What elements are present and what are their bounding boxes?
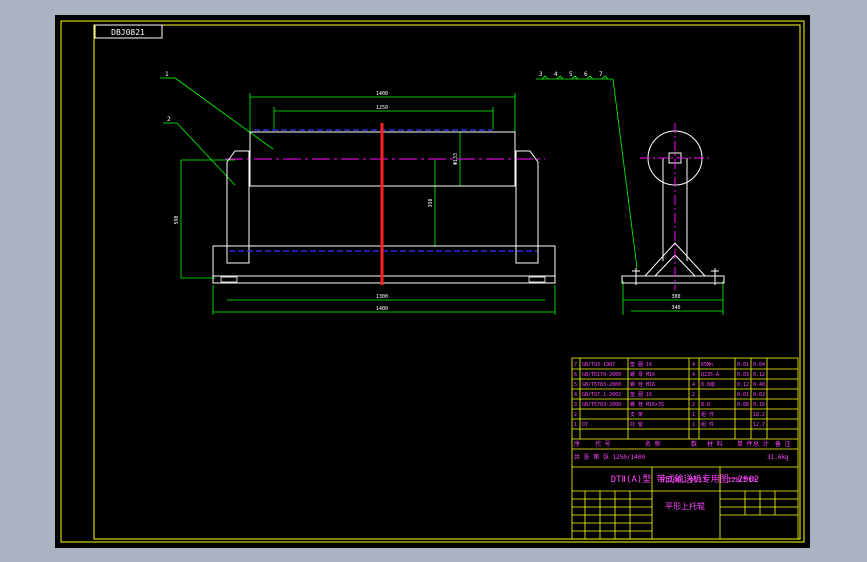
parts-cell: 螺 栓 M16: [630, 381, 655, 388]
front-view: 1400 1250 1300 1400 Φ133 398 590 1 2: [160, 71, 556, 315]
title-block: 7 GB/T93-1987 垫 圈 16 4 65Mn 0.01 0.04 6 GB/T6170…: [571, 357, 799, 540]
parts-cell: GB/T5783-2000: [582, 402, 621, 408]
total-weight: 31.6kg: [767, 454, 789, 461]
dim-bottom-inner: 1300: [376, 294, 388, 300]
header-qty: 数: [691, 440, 697, 448]
inner-frame: [93, 24, 801, 540]
header-name: 名 称: [645, 440, 661, 448]
parts-cell: 螺 母 M16: [630, 371, 655, 378]
parts-cell: 组 件: [701, 411, 714, 418]
parts-cell: 垫 圈 16: [630, 391, 652, 398]
outer-frame: [60, 20, 805, 543]
foot-left: [220, 276, 238, 283]
parts-cell: 0.12: [737, 382, 749, 388]
parts-cell: 组 件: [701, 421, 714, 428]
foot-right: [528, 276, 546, 283]
parts-cell: 1: [692, 422, 695, 428]
parts-cell: 18.2: [753, 412, 765, 418]
parts-cell: 0.48: [753, 382, 765, 388]
parts-cell: GB/T93-1987: [582, 362, 615, 368]
parts-cell: GB/T97.1-2002: [582, 392, 621, 398]
leader-7-label: 7: [599, 71, 603, 78]
drawing-code: DBJ0821: [111, 28, 145, 37]
parts-cell: 1: [692, 412, 695, 418]
parts-cell: 4: [574, 392, 577, 398]
part-name: 平形上托辊: [665, 501, 705, 511]
leader-2-label: 2: [167, 116, 171, 123]
parts-cell: 2: [692, 392, 695, 398]
header-unit: 单 件: [737, 440, 753, 448]
parts-cell: GB/T5783-2000: [582, 382, 621, 388]
side-view: 3 4 5 6 7 300 340: [536, 71, 725, 315]
parts-cell: 0.01: [737, 392, 749, 398]
leader-3-label: 3: [539, 71, 543, 78]
parts-cell: Q235-A: [701, 372, 719, 378]
parts-cell: 0.12: [753, 372, 765, 378]
parts-cell: 8.8级: [701, 381, 715, 388]
parts-cell: 7: [574, 362, 577, 368]
dim-bottom-outer: 1400: [376, 306, 388, 312]
parts-cell: 12.7: [753, 422, 765, 428]
side-base-plate: [621, 275, 725, 284]
parts-cell: 0.02: [753, 392, 765, 398]
spec-right: 120C510: [727, 476, 757, 484]
parts-cell: 2: [692, 402, 695, 408]
parts-cell: 1: [574, 422, 577, 428]
parts-cell: 0.16: [753, 402, 765, 408]
header-seq: 序: [574, 440, 580, 448]
parts-cell: 8.8: [701, 402, 710, 408]
parts-cell: GB/T6170-2000: [582, 372, 621, 378]
leader-1-label: 1: [165, 71, 169, 78]
parts-cell: 托 辊: [630, 421, 643, 428]
dim-top-outer: 1400: [376, 91, 388, 97]
dim-side-outer: 340: [671, 305, 680, 311]
dim-height-center: 398: [428, 198, 434, 207]
parts-cell: 0.04: [753, 362, 765, 368]
drawing-sheet: DBJ0821 1400 1250 1300 1400 Φ133 398 590…: [55, 15, 810, 548]
cad-drawing: DBJ0821 1400 1250 1300 1400 Φ133 398 590…: [60, 20, 805, 543]
header-total: 总 计: [753, 440, 769, 448]
header-code: 代 号: [595, 440, 611, 448]
parts-cell: 0.03: [737, 372, 749, 378]
parts-cell: 5: [574, 382, 577, 388]
parts-cell: 2: [574, 412, 577, 418]
roller-end-circle: [647, 130, 703, 186]
spec-left: B1200, Φ133: [660, 476, 706, 484]
parts-cell: 4: [692, 362, 695, 368]
leader-5-label: 5: [569, 71, 573, 78]
base-plate: [212, 275, 556, 284]
parts-cell: 0.01: [737, 362, 749, 368]
parts-cell: DT: [582, 422, 588, 428]
header-material: 材 料: [707, 440, 723, 448]
parts-cell: 垫 圈 16: [630, 361, 652, 368]
parts-cell: 支 架: [630, 411, 643, 418]
dim-top-inner: 1250: [376, 105, 388, 111]
dim-left-height: 590: [174, 215, 180, 224]
header-remark: 备 注: [775, 440, 791, 448]
general-row: 共 张 第 张 1250/1400: [574, 453, 645, 461]
parts-cell: 4: [692, 372, 695, 378]
parts-cell: 4: [692, 382, 695, 388]
parts-cell: 0.08: [737, 402, 749, 408]
parts-cell: 3: [574, 402, 577, 408]
parts-cell: 65Mn: [701, 362, 713, 368]
parts-cell: 螺 栓 M16×35: [630, 401, 664, 408]
parts-cell: 6: [574, 372, 577, 378]
dim-side-inner: 300: [671, 294, 680, 300]
leader-4-label: 4: [554, 71, 558, 78]
leader-6-label: 6: [584, 71, 588, 78]
